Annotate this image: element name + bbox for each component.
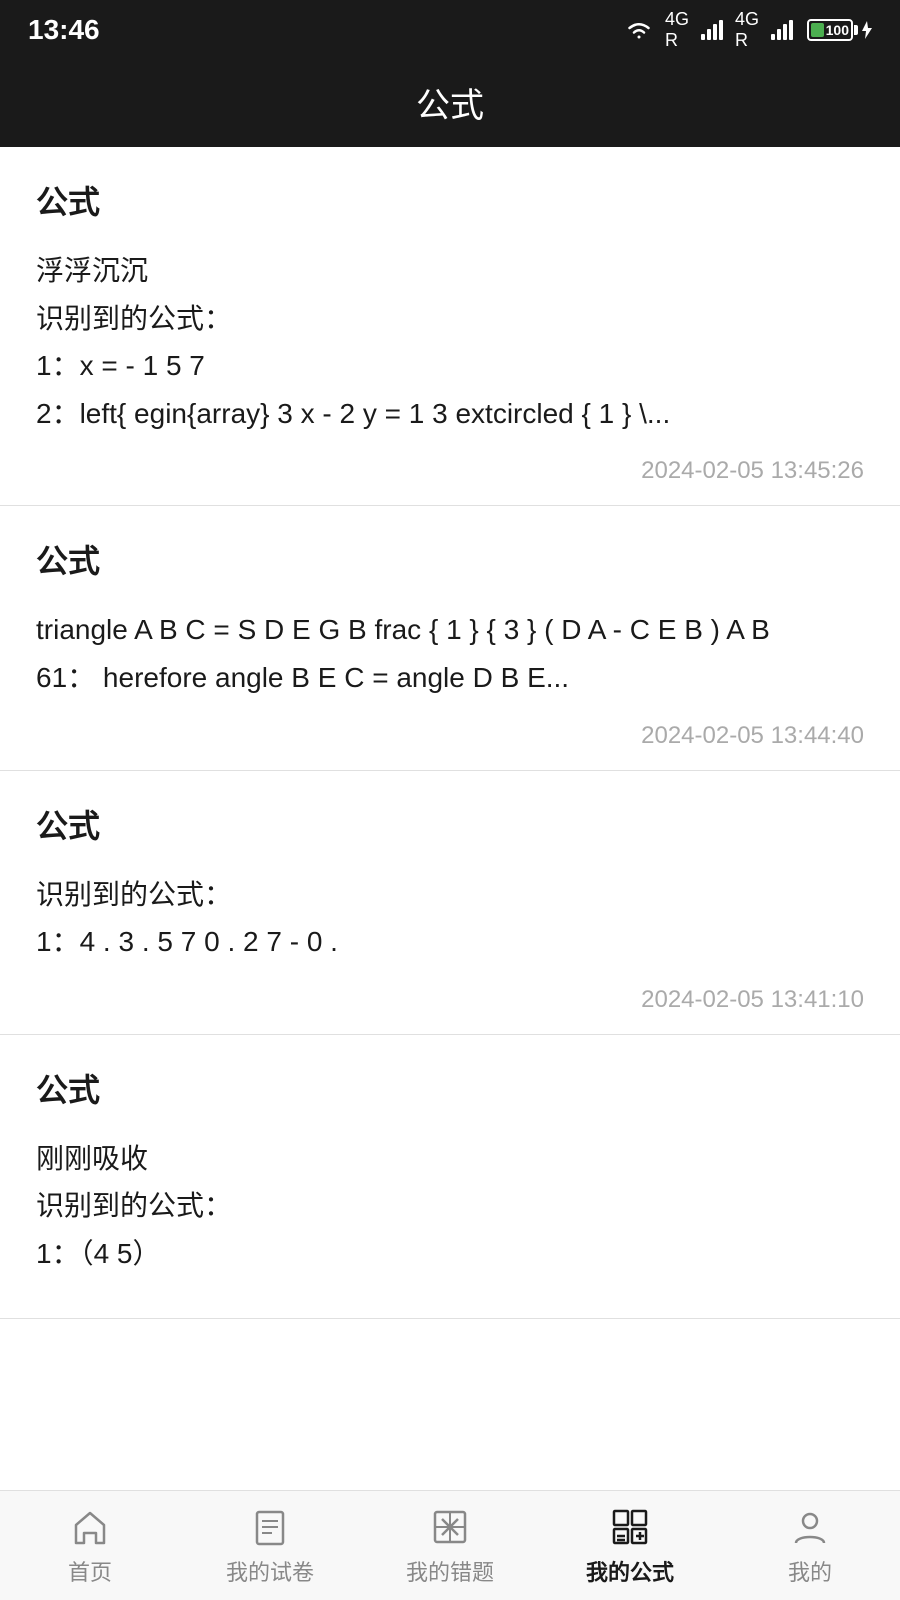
- formula-card-1[interactable]: 公式 浮浮沉沉 识别到的公式： 1：x = - 1 5 7 2：left{ eg…: [0, 147, 900, 506]
- mine-icon: [788, 1505, 832, 1549]
- signal-icon-1: [701, 20, 723, 40]
- status-bar: 13:46 4GR 4GR 100: [0, 0, 900, 60]
- nav-item-mine[interactable]: 我的: [720, 1505, 900, 1587]
- content-area: 公式 浮浮沉沉 识别到的公式： 1：x = - 1 5 7 2：left{ eg…: [0, 147, 900, 1490]
- card-3-title: 公式: [36, 801, 864, 847]
- battery-tip: [854, 25, 858, 35]
- battery-fill: [811, 23, 824, 37]
- status-time: 13:46: [28, 14, 100, 46]
- card-3-time: 2024-02-05 13:41:10: [36, 986, 864, 1014]
- home-icon: [68, 1505, 112, 1549]
- page-title: 公式: [416, 87, 484, 125]
- card-1-time: 2024-02-05 13:45:26: [36, 457, 864, 485]
- battery-container: 100: [807, 19, 872, 41]
- bottom-nav: 首页 我的试卷 我的错题: [0, 1490, 900, 1600]
- card-4-title: 公式: [36, 1065, 864, 1111]
- card-1-body: 浮浮沉沉 识别到的公式： 1：x = - 1 5 7 2：left{ egin{…: [36, 247, 864, 437]
- card-2-time: 2024-02-05 13:44:40: [36, 722, 864, 750]
- card-2-body: triangle A B C = S D E G B frac { 1 } { …: [36, 606, 864, 701]
- network-label-2: 4GR: [735, 9, 759, 51]
- card-4-body: 刚刚吸收 识别到的公式： 1：（4 5）: [36, 1135, 864, 1278]
- status-icons: 4GR 4GR 100: [625, 9, 872, 51]
- nav-label-mine: 我的: [788, 1555, 832, 1587]
- card-1-title: 公式: [36, 177, 864, 223]
- nav-item-papers[interactable]: 我的试卷: [180, 1505, 360, 1587]
- formulas-icon: [608, 1505, 652, 1549]
- errors-icon: [428, 1505, 472, 1549]
- card-3-body: 识别到的公式： 1：4 . 3 . 5 7 0 . 2 7 - 0 .: [36, 871, 864, 966]
- signal-icon-2: [771, 20, 793, 40]
- papers-icon: [248, 1505, 292, 1549]
- battery-percent: 100: [826, 22, 849, 38]
- formula-card-4[interactable]: 公式 刚刚吸收 识别到的公式： 1：（4 5）: [0, 1035, 900, 1319]
- top-nav-bar: 公式: [0, 60, 900, 147]
- nav-item-formulas[interactable]: 我的公式: [540, 1505, 720, 1587]
- formula-card-2[interactable]: 公式 triangle A B C = S D E G B frac { 1 }…: [0, 506, 900, 770]
- nav-label-papers: 我的试卷: [226, 1555, 314, 1587]
- nav-item-errors[interactable]: 我的错题: [360, 1505, 540, 1587]
- nav-label-home: 首页: [68, 1555, 112, 1587]
- nav-label-errors: 我的错题: [406, 1555, 494, 1587]
- nav-item-home[interactable]: 首页: [0, 1505, 180, 1587]
- charging-icon: [860, 21, 872, 39]
- nav-label-formulas: 我的公式: [586, 1555, 674, 1587]
- wifi-icon: [625, 19, 653, 41]
- formula-card-3[interactable]: 公式 识别到的公式： 1：4 . 3 . 5 7 0 . 2 7 - 0 . 2…: [0, 771, 900, 1035]
- network-label-1: 4GR: [665, 9, 689, 51]
- battery-body: 100: [807, 19, 853, 41]
- card-2-title: 公式: [36, 536, 864, 582]
